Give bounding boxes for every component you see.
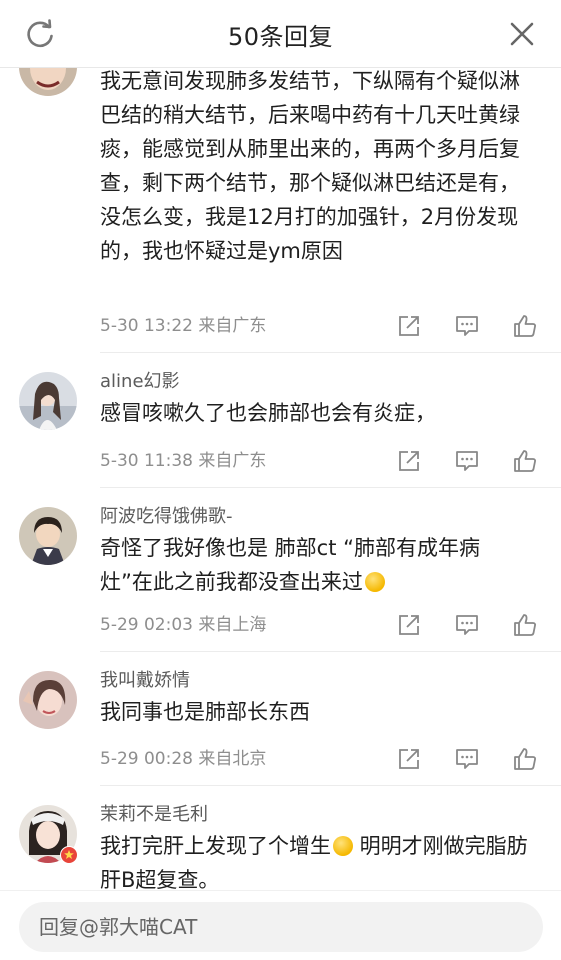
verified-badge-icon	[60, 846, 78, 864]
sad-emoji-icon	[333, 836, 353, 856]
comment-location: 来自广东	[198, 316, 267, 336]
comment-meta: 5-29 00:28 来自北京	[100, 748, 266, 770]
comment-location: 来自广东	[198, 451, 267, 471]
thumbs-up-icon[interactable]	[512, 313, 538, 339]
footer: 回复@郭大喵CAT	[0, 890, 561, 960]
comment-username[interactable]: 阿波吃得饿佛歌-	[100, 505, 530, 529]
comment-meta: 5-30 11:38 来自广东	[100, 450, 266, 472]
thumbs-up-icon[interactable]	[512, 612, 538, 638]
comment-text: 感冒咳嗽久了也会肺部也会有炎症，	[100, 401, 436, 425]
avatar[interactable]	[19, 68, 77, 96]
comment-time: 5-30 11:38	[100, 451, 193, 471]
comment-time: 5-30 13:22	[100, 316, 193, 336]
comment-actions	[394, 746, 544, 772]
avatar[interactable]	[19, 372, 77, 430]
comment-location: 来自上海	[198, 615, 267, 635]
comment-username[interactable]: 我叫戴娇情	[100, 669, 530, 693]
close-icon[interactable]	[507, 19, 537, 49]
reply-input[interactable]: 回复@郭大喵CAT	[19, 902, 543, 952]
comment-item: 茉莉不是毛利 我打完肝上发现了个增生 明明才刚做完脂肪肝B超复查。	[0, 786, 561, 890]
comment-username[interactable]: aline幻影	[100, 370, 530, 394]
comment-meta: 5-30 13:22 来自广东	[100, 315, 266, 337]
page-title: 50条回复	[227, 23, 334, 51]
comment-time: 5-29 02:03	[100, 615, 193, 635]
comment-text: 我同事也是肺部长东西	[100, 700, 310, 724]
comment-icon[interactable]	[454, 448, 480, 474]
comment-item: aline幻影 感冒咳嗽久了也会肺部也会有炎症， 5-30 11:38 来自广东	[0, 353, 561, 488]
comment-username[interactable]: 茉莉不是毛利	[100, 803, 530, 827]
comment-meta: 5-29 02:03 来自上海	[100, 614, 266, 636]
avatar[interactable]	[19, 671, 77, 729]
comment-text: 我打完肝上发现了个增生 明明才刚做完脂肪肝B超复查。	[100, 829, 530, 890]
comment-location: 来自北京	[198, 749, 267, 769]
comment-icon[interactable]	[454, 313, 480, 339]
thinking-emoji-icon	[364, 572, 385, 592]
header: 50条回复	[0, 0, 561, 68]
comment-text: 奇怪了我好像也是 肺部ct “肺部有成年病灶”在此之前我都没查出来过	[100, 531, 530, 599]
comment-actions	[394, 448, 544, 474]
comment-item: 阿波吃得饿佛歌- 奇怪了我好像也是 肺部ct “肺部有成年病灶”在此之前我都没查…	[0, 488, 561, 652]
share-icon[interactable]	[396, 448, 422, 474]
thumbs-up-icon[interactable]	[512, 448, 538, 474]
share-icon[interactable]	[396, 746, 422, 772]
avatar[interactable]	[19, 507, 77, 565]
share-icon[interactable]	[396, 313, 422, 339]
comment-actions	[394, 612, 544, 638]
comment-text: 我无意间发现肺多发结节，下纵隔有个疑似淋巴结的稍大结节，后来喝中药有十几天吐黄绿…	[100, 69, 520, 263]
comment-icon[interactable]	[454, 612, 480, 638]
comment-icon[interactable]	[454, 746, 480, 772]
thumbs-up-icon[interactable]	[512, 746, 538, 772]
comment-text-content: 我打完肝上发现了个增生	[100, 834, 331, 858]
comment-actions	[394, 313, 544, 339]
comment-list[interactable]: 我无意间发现肺多发结节，下纵隔有个疑似淋巴结的稍大结节，后来喝中药有十几天吐黄绿…	[0, 68, 561, 890]
comment-text-content: 奇怪了我好像也是 肺部ct “肺部有成年病灶”在此之前我都没查出来过	[100, 536, 481, 594]
comment-item: 我无意间发现肺多发结节，下纵隔有个疑似淋巴结的稍大结节，后来喝中药有十几天吐黄绿…	[0, 68, 561, 353]
comment-time: 5-29 00:28	[100, 749, 193, 769]
share-icon[interactable]	[396, 612, 422, 638]
comment-item: 我叫戴娇情 我同事也是肺部长东西 5-29 00:28 来自北京	[0, 652, 561, 786]
